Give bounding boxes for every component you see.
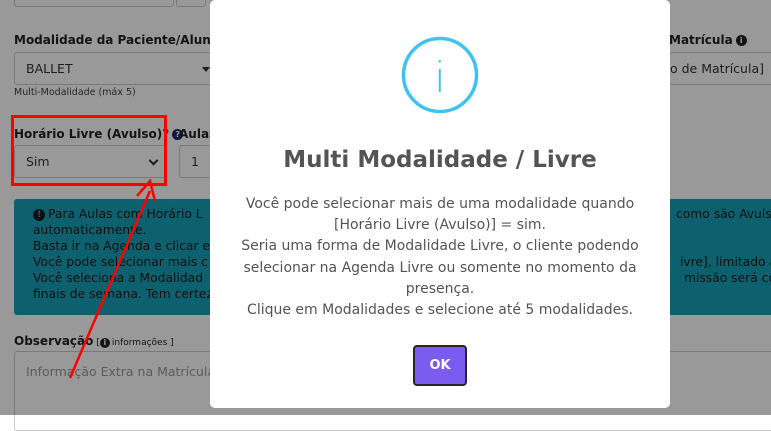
- info-modal: i Multi Modalidade / Livre Você pode sel…: [210, 0, 670, 408]
- modal-body-line: [Horário Livre (Avulso)] = sim.: [334, 217, 546, 234]
- info-glyph: i: [434, 53, 446, 102]
- modal-body-line: Você pode selecionar mais de uma modalid…: [245, 196, 635, 212]
- modal-body-line: Seria uma forma de Modalidade Livre, o c…: [241, 238, 639, 255]
- modal-body-line: selecionar na Agenda Livre ou somente no…: [243, 259, 637, 276]
- modal-body-line: presença.: [405, 280, 475, 297]
- info-circle-icon: i: [401, 36, 479, 114]
- modal-title: Multi Modalidade / Livre: [283, 147, 597, 173]
- modal-body-line: Clique em Modalidades e selecione até 5 …: [247, 302, 633, 319]
- modal-body: Você pode selecionar mais de uma modalid…: [220, 194, 660, 321]
- ok-button[interactable]: OK: [413, 345, 467, 386]
